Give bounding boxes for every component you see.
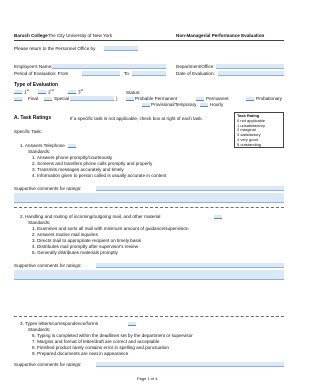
checkbox-permanent[interactable] [196,96,204,101]
label-second: 2nd [48,88,54,95]
checkbox-second[interactable] [38,89,46,94]
period-to-field[interactable] [132,70,166,76]
task-1-comments-field-2[interactable] [14,193,284,203]
label-first: 1st [24,88,29,95]
task-3-comments-field[interactable] [96,361,284,367]
task-rating-legend: Task Rating 0 not applicable 1 unsatisfa… [234,112,284,148]
task-2-comments-label: Supportive comments for ratings: [14,263,82,268]
section-divider [14,207,284,208]
checkbox-probationary[interactable] [246,96,254,101]
university-name: The City University of New York [47,33,113,38]
checkbox-third[interactable] [68,89,76,94]
period-label: Period of Evaluation: From [14,71,69,76]
task-ratings-heading: A. Task Ratings [14,115,52,121]
employee-name-field[interactable] [52,63,166,69]
label-third: 3rd [78,88,84,95]
checkbox-final[interactable] [14,96,22,101]
checkbox-provisional-temporary[interactable] [142,102,150,107]
task-3-standard: 7. Margins and format of letter/draft ar… [32,339,160,344]
task-2-comments-field[interactable] [96,262,284,268]
task-3-comments-label: Supportive comments for ratings: [14,362,82,367]
task-3-standard: 6. Typing is completed within the deadli… [32,333,193,338]
task-3-title: 3. Types letters/correspondence/forms [20,321,99,326]
return-date-field[interactable] [104,45,138,51]
task-3-standards-label: Standards: [28,327,51,332]
task-2-title: 2. Handling and routing of incoming/outg… [20,214,161,219]
label-final: Final [28,96,38,101]
task-2-standard: 4. Distributes mail promptly after super… [32,244,139,249]
evaluation-date-field[interactable] [218,70,284,76]
specific-task-label: Specific Task: [14,129,42,134]
section-divider [14,316,284,317]
task-2-na-checkbox[interactable] [214,214,222,219]
task-1-standard: 3. Transmits messages accurately and tim… [32,167,124,172]
task-1-standards-label: Standards: [28,149,51,154]
task-2-standards-label: Standards: [28,220,51,225]
checkbox-probable-permanent[interactable] [126,96,134,101]
task-ratings-instruction: If a specific task is not applicable, ch… [70,116,203,121]
label-permanent: Permanent [206,96,229,101]
form-title: Non-Managerial Performance Evaluation [176,33,265,38]
label-probationary: Probationary [256,96,283,101]
header-college: Baruch CollegeThe City University of New… [14,33,112,38]
task-3-standard: 9. Prepared documents are neat in appear… [32,351,129,356]
task-3-na-checkbox[interactable] [128,321,136,326]
task-1-standard: 1. Answers phone promptly/courteously [32,155,113,160]
college-name: Baruch College [14,33,48,38]
task-1-title: 1. Answers Telephone [20,143,65,148]
task-1-comments-field[interactable] [96,185,284,191]
return-line: Please return to the Personnel Office by [14,46,96,51]
task-2-standard: 2. Answers routine mail inquiries [32,232,98,237]
special-field[interactable] [70,95,114,101]
task-1-standard: 4. Information given to person called is… [32,173,167,178]
task-2-standard: 5. Generally distributes materials promp… [32,250,118,255]
page-number: Page 1 of 4 [137,376,158,381]
task-2-comments-field-2[interactable] [14,270,284,280]
legend-item: 5 outstanding [237,141,262,147]
header-rule [14,39,284,41]
task-2-standard: 3. Directs mail to appropriate recipient… [32,238,142,243]
status-label: Status: [126,90,141,95]
department-label: Department/Office: [176,64,215,69]
period-to-label: To [124,71,129,76]
period-from-field[interactable] [82,70,120,76]
label-provisional-temporary: Provisional/Temporary [151,102,197,107]
task-1-standard: 2. Screens and transfers phone calls pro… [32,161,153,166]
department-field[interactable] [216,63,284,69]
label-probable-permanent: Probable Permanent [135,96,178,101]
employee-name-label: Employee's Name: [14,64,53,69]
label-special-close: ) [116,96,118,101]
task-2-standard: 1. Examines and sorts all mail with mini… [32,226,189,231]
checkbox-hourly[interactable] [200,102,208,107]
evaluation-date-label: Date of Evaluation: [176,71,215,76]
task-1-na-checkbox[interactable] [68,143,76,148]
checkbox-special[interactable] [44,96,52,101]
task-3-standard: 8. Finished product rarely contains erro… [32,345,169,350]
checkbox-first[interactable] [14,89,22,94]
task-1-comments-label: Supportive comments for ratings: [14,186,82,191]
label-hourly: Hourly [210,102,224,107]
